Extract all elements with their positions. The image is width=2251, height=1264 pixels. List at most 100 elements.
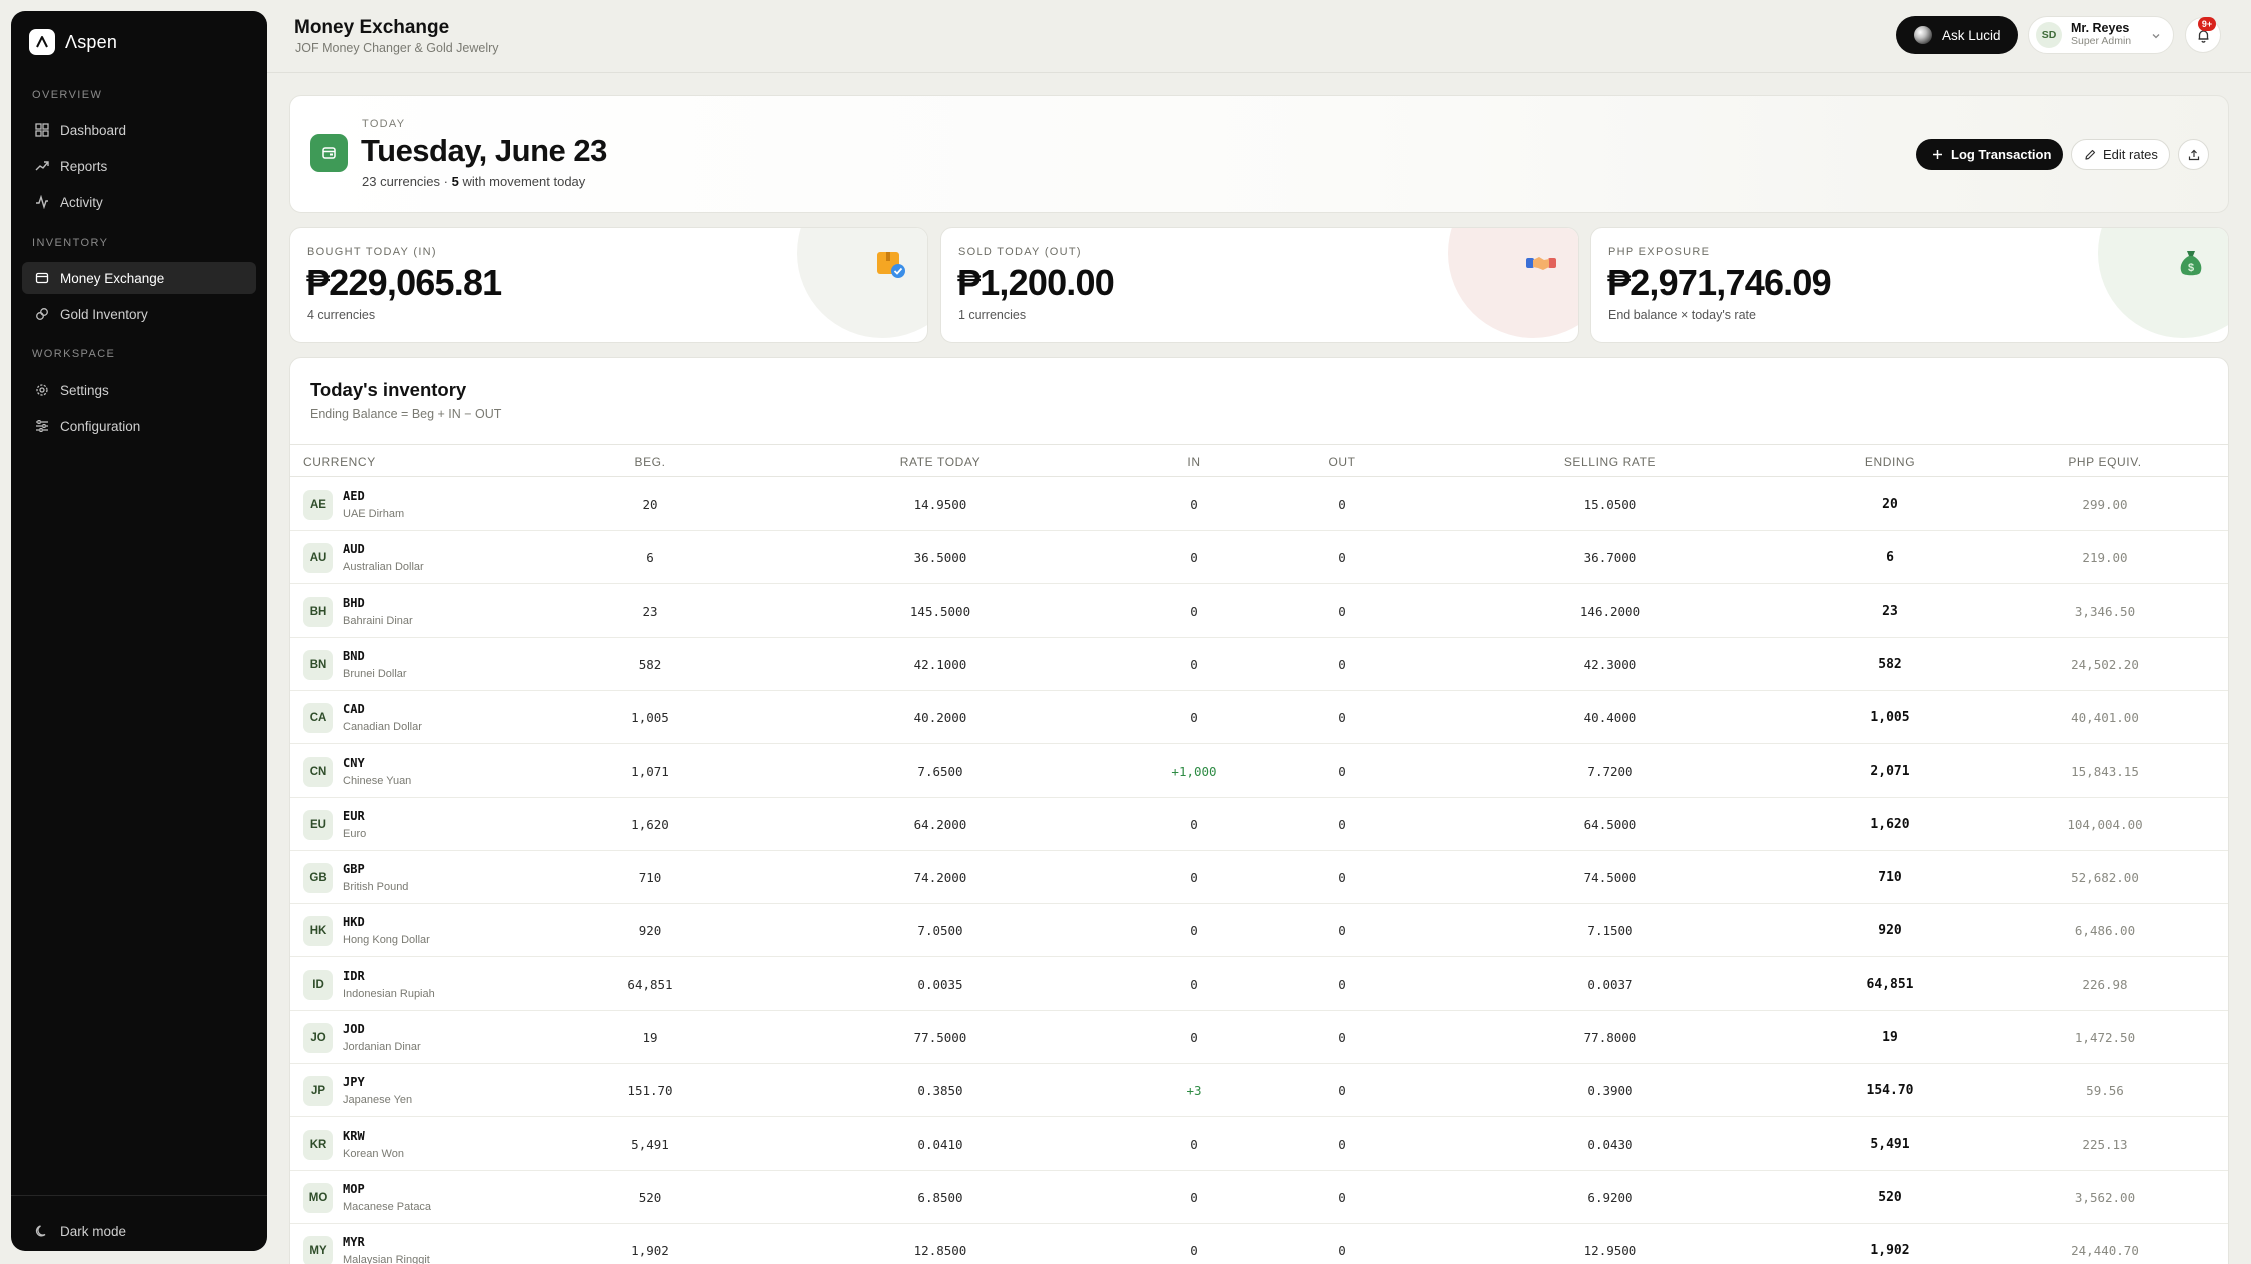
sidebar-item-configuration[interactable]: Configuration [22,410,256,442]
notification-badge: 9+ [2198,17,2216,31]
cell-out: 0 [1242,745,1442,798]
table-row[interactable]: ID IDR Indonesian Rupiah 64,851 0.0035 0 0 0.00… [290,958,2228,1011]
svg-text:$: $ [2188,262,2194,274]
table-row[interactable]: BN BND Brunei Dollar 582 42.1000 0 0 42.3000 582… [290,638,2228,691]
cell-beg: 6 [550,531,750,584]
currency-badge: JO [303,1023,333,1053]
cell-selling-rate-value: 40.4000 [1583,710,1637,726]
stat-blob [1448,228,1578,338]
cell-beg: 19 [550,1011,750,1064]
user-role: Super Admin [2071,35,2132,48]
chevron-down-icon [2152,34,2160,39]
table-row[interactable]: AU AUD Australian Dollar 6 36.5000 0 0 36.7000 6… [290,531,2228,585]
table-row[interactable]: HK HKD Hong Kong Dollar 920 7.0500 0 0 7.1500 92… [290,904,2228,958]
cell-php-equiv-value: 226.98 [2082,976,2128,992]
cell-rate-today-value: 145.5000 [909,603,971,619]
cell-php-equiv: 1,472.50 [2005,1011,2205,1064]
th-label: IN [1187,455,1201,469]
table-row[interactable]: JO JOD Jordanian Dinar 19 77.5000 0 0 77.8000 19… [290,1011,2228,1064]
cell-ending-value: 19 [1882,1030,1898,1045]
table-row[interactable]: KR KRW Korean Won 5,491 0.0410 0 0 0.0430 5,491 2… [290,1118,2228,1171]
cell-beg-value: 23 [642,603,658,619]
th-currency[interactable]: CURRENCY [303,455,376,469]
cell-selling-rate: 74.5000 [1510,851,1710,904]
cell-out: 0 [1242,1171,1442,1224]
export-button[interactable] [2178,139,2209,170]
user-menu[interactable]: SD Mr. Reyes Super Admin [2028,16,2174,54]
meta-suffix: with movement today [458,174,586,189]
cell-rate-today: 14.9500 [840,478,1040,531]
cell-rate-today: 36.5000 [840,531,1040,584]
cell-selling-rate-value: 0.0430 [1587,1136,1633,1152]
sidebar-item-reports[interactable]: Reports [22,150,256,182]
cell-beg: 151.70 [550,1064,750,1117]
cell-out-value: 0 [1338,1243,1346,1259]
page-title: Money Exchange [294,17,450,38]
cell-selling-rate: 64.5000 [1510,798,1710,851]
table-row[interactable]: CN CNY Chinese Yuan 1,071 7.6500 +1,000 0 7.720… [290,745,2228,798]
cell-rate-today-value: 0.0410 [917,1136,963,1152]
cell-rate-today-value: 36.5000 [913,550,967,566]
sidebar-item-gold-inventory[interactable]: Gold Inventory [22,298,256,330]
brand[interactable]: Λspen [29,29,117,55]
cell-in-value: 0 [1190,1189,1198,1205]
sidebar-item-label: Reports [60,158,108,174]
log-transaction-button[interactable]: Log Transaction [1916,139,2063,170]
currency-code: JPY [343,1075,365,1090]
link-icon [36,308,48,320]
sidebar-item-settings[interactable]: Settings [22,374,256,406]
cell-out-value: 0 [1338,1136,1346,1152]
cell-beg-value: 19 [642,1030,658,1045]
cell-php-equiv: 219.00 [2005,531,2205,584]
table-row[interactable]: EU EUR Euro 1,620 64.2000 0 0 64.5000 1,620 104,0… [290,798,2228,851]
currency-code: JOD [343,1022,365,1036]
cell-selling-rate: 0.0037 [1510,958,1710,1011]
dark-mode-toggle[interactable]: Dark mode [22,1215,222,1247]
sidebar-item-money-exchange[interactable]: Money Exchange [22,262,256,294]
edit-rates-button[interactable]: Edit rates [2071,139,2170,170]
cell-selling-rate-value: 7.1500 [1587,923,1633,939]
cell-beg-value: 520 [638,1189,662,1205]
table-row[interactable]: CA CAD Canadian Dollar 1,005 40.2000 0 0 40.400… [290,691,2228,745]
section-overview: OVERVIEW [32,89,103,101]
cell-out-value: 0 [1338,497,1346,512]
table-row[interactable]: AE AED UAE Dirham 20 14.9500 0 0 15.0500 20 299.0… [290,478,2228,531]
cell-ending: 19 [1790,1011,1990,1064]
cell-out: 0 [1242,958,1442,1011]
cell-beg-value: 1,071 [631,763,669,779]
cell-selling-rate: 77.8000 [1510,1011,1710,1064]
cell-ending-value: 2,071 [1870,763,1910,779]
stat-value: ₱229,065.81 [306,262,502,303]
cell-php-equiv-value: 3,562.00 [2074,1189,2136,1205]
cell-out-value: 0 [1338,763,1346,779]
cell-selling-rate-value: 15.0500 [1583,497,1637,512]
sidebar-item-activity[interactable]: Activity [22,186,256,218]
table-row[interactable]: BH BHD Bahraini Dinar 23 145.5000 0 0 146.2000 2… [290,585,2228,638]
cell-beg-value: 1,620 [631,816,669,832]
currency-code: AUD [343,542,365,557]
cell-in-value: 0 [1190,976,1198,992]
cell-beg: 1,620 [550,798,750,851]
cell-ending: 582 [1790,638,1990,691]
cell-beg: 710 [550,851,750,904]
inventory-subtitle: Ending Balance = Beg + IN − OUT [310,407,502,421]
table-row[interactable]: MO MOP Macanese Pataca 520 6.8500 0 0 6.9200 520… [290,1171,2228,1224]
stat-label: BOUGHT TODAY (IN) [307,246,437,258]
table-row[interactable]: JP JPY Japanese Yen 151.70 0.3850 +3 0 0.3900 15… [290,1064,2228,1118]
currency-name: Japanese Yen [343,1094,413,1107]
cell-selling-rate: 6.9200 [1510,1171,1710,1224]
sidebar-item-dashboard[interactable]: Dashboard [22,114,256,146]
currency-name: Malaysian Ringgit [343,1254,430,1264]
cell-rate-today: 0.0410 [840,1118,1040,1171]
cell-ending: 154.70 [1790,1064,1990,1117]
table-row[interactable]: MY MYR Malaysian Ringgit 1,902 12.8500 0 0 12.9… [290,1224,2228,1264]
ask-lucid-button[interactable]: Ask Lucid [1896,16,2018,54]
currency-code: GBP [343,862,365,877]
cell-out: 0 [1242,691,1442,744]
cell-rate-today: 145.5000 [840,585,1040,638]
cell-beg: 920 [550,904,750,957]
table-row[interactable]: GB GBP British Pound 710 74.2000 0 0 74.5000 710… [290,851,2228,905]
currency-name: Jordanian Dinar [343,1041,421,1053]
cell-out-value: 0 [1338,816,1346,832]
sidebar-item-label: Gold Inventory [60,306,148,322]
